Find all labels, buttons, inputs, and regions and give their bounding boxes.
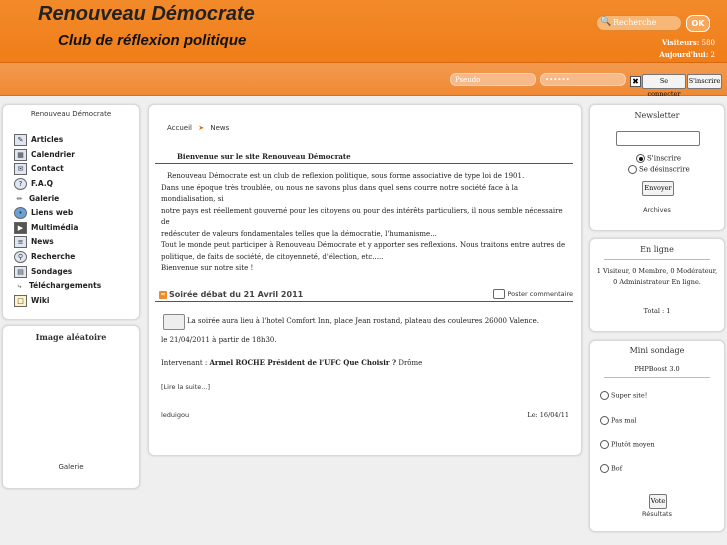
- left-menu-title: Renouveau Démocrate: [30, 110, 112, 118]
- news-date: Le: 16/04/11: [527, 411, 569, 419]
- menu-item-faq[interactable]: ? F.A.Q: [14, 177, 101, 192]
- password-input[interactable]: ••••••: [540, 73, 626, 86]
- search-input[interactable]: 🔍 Recherche: [596, 15, 682, 31]
- welcome-divider: [155, 163, 573, 164]
- breadcrumb-home[interactable]: Accueil: [167, 124, 192, 132]
- menu-item-calendrier[interactable]: ▦ Calendrier: [14, 148, 101, 163]
- breadcrumb-arrow-icon: ➤: [198, 124, 205, 132]
- online-title: En ligne: [640, 245, 674, 254]
- left-menu: ✎ Articles ▦ Calendrier ✉ Contact ? F.A.Q ✏ G…: [14, 133, 101, 308]
- newsletter-title: Newsletter: [634, 111, 680, 120]
- poll-option-4[interactable]: Bof: [600, 464, 622, 473]
- news-line-2: le 21/04/2011 à partir de 18h30.: [161, 336, 277, 344]
- connect-button[interactable]: Se connecter: [642, 74, 686, 98]
- poll-divider: [604, 377, 710, 378]
- main-content-panel: Accueil ➤ News Bienvenue sur le site Ren…: [148, 104, 582, 456]
- poll-radio-2[interactable]: [600, 416, 609, 425]
- register-button[interactable]: S'inscrire: [687, 74, 722, 89]
- articles-icon: ✎: [14, 134, 27, 147]
- menu-item-news[interactable]: ≡ News: [14, 235, 101, 250]
- news-title[interactable]: ≈ Soirée débat du 21 Avril 2011: [159, 290, 303, 299]
- faq-icon: ?: [14, 178, 27, 191]
- news-icon: ≡: [14, 236, 27, 249]
- poll-radio-1[interactable]: [600, 391, 609, 400]
- online-total: Total : 1: [643, 307, 671, 315]
- poll-option-1[interactable]: Super site!: [600, 391, 647, 400]
- poll-question: PHPBoost 3.0: [634, 365, 680, 373]
- multimedia-icon: ▶: [14, 221, 27, 234]
- read-more-link[interactable]: [Lire la suite...]: [161, 383, 210, 391]
- menu-item-liens-web[interactable]: • Liens web: [14, 206, 101, 221]
- poll-vote-button[interactable]: Vote: [649, 494, 667, 509]
- newsletter-subscribe-option[interactable]: S'inscrire: [636, 154, 681, 163]
- comment-icon: [493, 289, 506, 299]
- poll-option-3[interactable]: Plutôt moyen: [600, 440, 655, 449]
- online-divider: [604, 259, 710, 260]
- news-speaker: Intervenant : Armel ROCHE Président de l…: [161, 358, 423, 367]
- menu-item-sondages[interactable]: ▤ Sondages: [14, 264, 101, 279]
- newsletter-email-input[interactable]: [616, 131, 700, 146]
- visitor-counter: Visiteurs: 580 Aujourd'hui: 2: [659, 38, 715, 59]
- site-subtitle: Club de réflexion politique: [58, 32, 247, 49]
- contact-icon: ✉: [14, 163, 27, 176]
- welcome-text: Renouveau Démocrate est un club de refle…: [161, 172, 566, 272]
- menu-item-articles[interactable]: ✎ Articles: [14, 133, 101, 148]
- rss-icon[interactable]: ≈: [159, 290, 167, 299]
- polls-icon: ▤: [14, 265, 27, 278]
- poll-panel: Mini sondage PHPBoost 3.0 Super site! Pa…: [589, 340, 725, 532]
- news-author[interactable]: leduigou: [161, 411, 189, 419]
- menu-item-multimedia[interactable]: ▶ Multimédia: [14, 221, 101, 236]
- menu-item-contact[interactable]: ✉ Contact: [14, 162, 101, 177]
- remember-checkbox[interactable]: ✖: [630, 76, 641, 87]
- post-comment-link[interactable]: Poster commentaire: [493, 289, 573, 299]
- online-panel: En ligne 1 Visiteur, 0 Membre, 0 Modérat…: [589, 238, 725, 332]
- wiki-icon: □: [14, 294, 27, 307]
- newsletter-send-button[interactable]: Envoyer: [642, 181, 674, 196]
- newsletter-archives-link[interactable]: Archives: [590, 206, 724, 214]
- poll-option-2[interactable]: Pas mal: [600, 416, 636, 425]
- online-stats: 1 Visiteur, 0 Membre, 0 Modérateur, 0 Ad…: [596, 267, 718, 286]
- site-title[interactable]: Renouveau Démocrate: [38, 3, 255, 26]
- gallery-icon: ✏: [16, 194, 23, 203]
- menu-item-galerie[interactable]: ✏ Galerie: [14, 191, 101, 206]
- calendar-icon: ▦: [14, 148, 27, 161]
- search-icon: ⚲: [14, 251, 27, 264]
- pseudo-input[interactable]: Pseudo: [450, 73, 536, 86]
- search-icon: 🔍: [600, 17, 612, 27]
- news-icon: [163, 314, 185, 330]
- random-image-panel: Image aléatoire Galerie: [2, 325, 140, 489]
- subscribe-radio[interactable]: [636, 154, 645, 163]
- gallery-link[interactable]: Galerie: [3, 463, 139, 471]
- breadcrumb: Accueil ➤ News: [167, 124, 229, 132]
- menu-item-wiki[interactable]: □ Wiki: [14, 294, 101, 309]
- welcome-title: Bienvenue sur le site Renouveau Démocrat…: [177, 152, 351, 161]
- unsubscribe-radio[interactable]: [628, 165, 637, 174]
- news-divider: [155, 301, 573, 302]
- site-header: Renouveau Démocrate Club de réflexion po…: [0, 0, 727, 63]
- menu-item-telechargements[interactable]: ⤷ Téléchargements: [14, 279, 102, 294]
- web-links-icon: •: [14, 207, 27, 220]
- breadcrumb-news[interactable]: News: [210, 124, 229, 132]
- newsletter-unsubscribe-option[interactable]: Se désinscrire: [628, 165, 690, 174]
- poll-radio-3[interactable]: [600, 440, 609, 449]
- random-image-title: Image aléatoire: [35, 332, 107, 342]
- poll-title: Mini sondage: [629, 346, 685, 355]
- search-ok-button[interactable]: OK: [686, 15, 710, 32]
- newsletter-panel: Newsletter S'inscrire Se désinscrire Env…: [589, 104, 725, 231]
- menu-item-recherche[interactable]: ⚲ Recherche: [14, 250, 101, 265]
- news-line-1: La soirée aura lieu à l'hotel Comfort In…: [187, 317, 539, 325]
- downloads-icon: ⤷: [17, 282, 22, 291]
- poll-results-link[interactable]: Résultats: [590, 510, 724, 518]
- poll-radio-4[interactable]: [600, 464, 609, 473]
